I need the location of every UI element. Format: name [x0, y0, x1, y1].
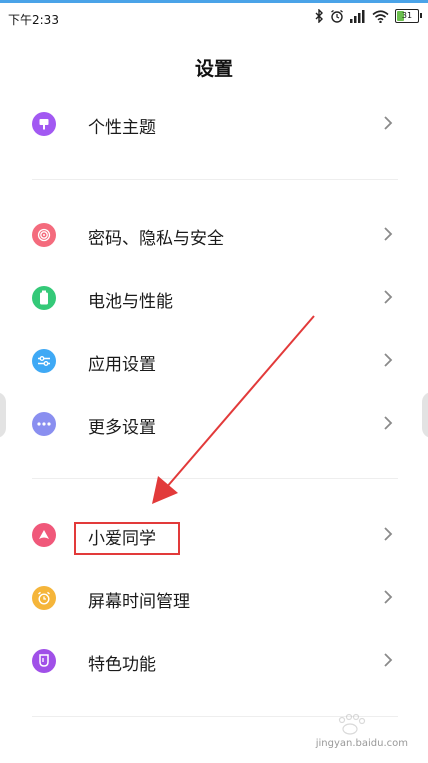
- setting-item-xiaoai[interactable]: 小爱同学: [0, 509, 428, 561]
- chevron-right-icon: [384, 353, 393, 367]
- setting-item-special-features[interactable]: 特色功能: [0, 635, 428, 687]
- setting-item-password-privacy[interactable]: 密码、隐私与安全: [0, 209, 428, 261]
- highlight-box: [74, 522, 180, 555]
- chevron-right-icon: [384, 416, 393, 430]
- setting-label: 密码、隐私与安全: [88, 229, 224, 249]
- section-divider: [32, 478, 398, 479]
- setting-label: 电池与性能: [88, 292, 173, 312]
- signal-icon: [350, 9, 365, 23]
- chevron-right-icon: [384, 653, 393, 667]
- feature-cup-icon: [32, 649, 56, 673]
- setting-item-app-settings[interactable]: 应用设置: [0, 335, 428, 387]
- alarm-clock-icon: [32, 586, 56, 610]
- setting-label: 个性主题: [88, 118, 156, 138]
- alarm-icon: [331, 9, 343, 23]
- right-edge-handle[interactable]: [422, 392, 428, 438]
- setting-item-more-settings[interactable]: 更多设置: [0, 398, 428, 450]
- section-divider: [32, 179, 398, 180]
- status-bar: 下午2:33 31: [0, 3, 428, 33]
- setting-label: 特色功能: [88, 655, 156, 675]
- setting-label: 应用设置: [88, 355, 156, 375]
- more-dots-icon: [32, 412, 56, 436]
- chevron-right-icon: [384, 590, 393, 604]
- setting-label: 更多设置: [88, 418, 156, 438]
- bluetooth-icon: [315, 9, 323, 23]
- status-icons: 31: [315, 9, 422, 23]
- setting-item-theme[interactable]: 个性主题: [0, 98, 428, 150]
- chevron-right-icon: [384, 527, 393, 541]
- fingerprint-icon: [32, 223, 56, 247]
- watermark-text: jingyan.baidu.com: [315, 738, 408, 749]
- setting-label: 屏幕时间管理: [88, 592, 190, 612]
- setting-item-battery[interactable]: 电池与性能: [0, 272, 428, 324]
- left-edge-handle[interactable]: [0, 392, 6, 438]
- chevron-right-icon: [384, 227, 393, 241]
- chevron-right-icon: [384, 290, 393, 304]
- sliders-icon: [32, 349, 56, 373]
- battery-icon: [32, 286, 56, 310]
- chevron-right-icon: [384, 116, 393, 130]
- xiaoai-icon: [32, 523, 56, 547]
- setting-item-screen-time[interactable]: 屏幕时间管理: [0, 572, 428, 624]
- wifi-icon: [372, 9, 389, 23]
- battery-level: 31: [401, 11, 413, 20]
- theme-brush-icon: [32, 112, 56, 136]
- battery-indicator: 31: [395, 9, 422, 23]
- status-time: 下午2:33: [8, 13, 59, 27]
- page-title: 设置: [194, 58, 233, 80]
